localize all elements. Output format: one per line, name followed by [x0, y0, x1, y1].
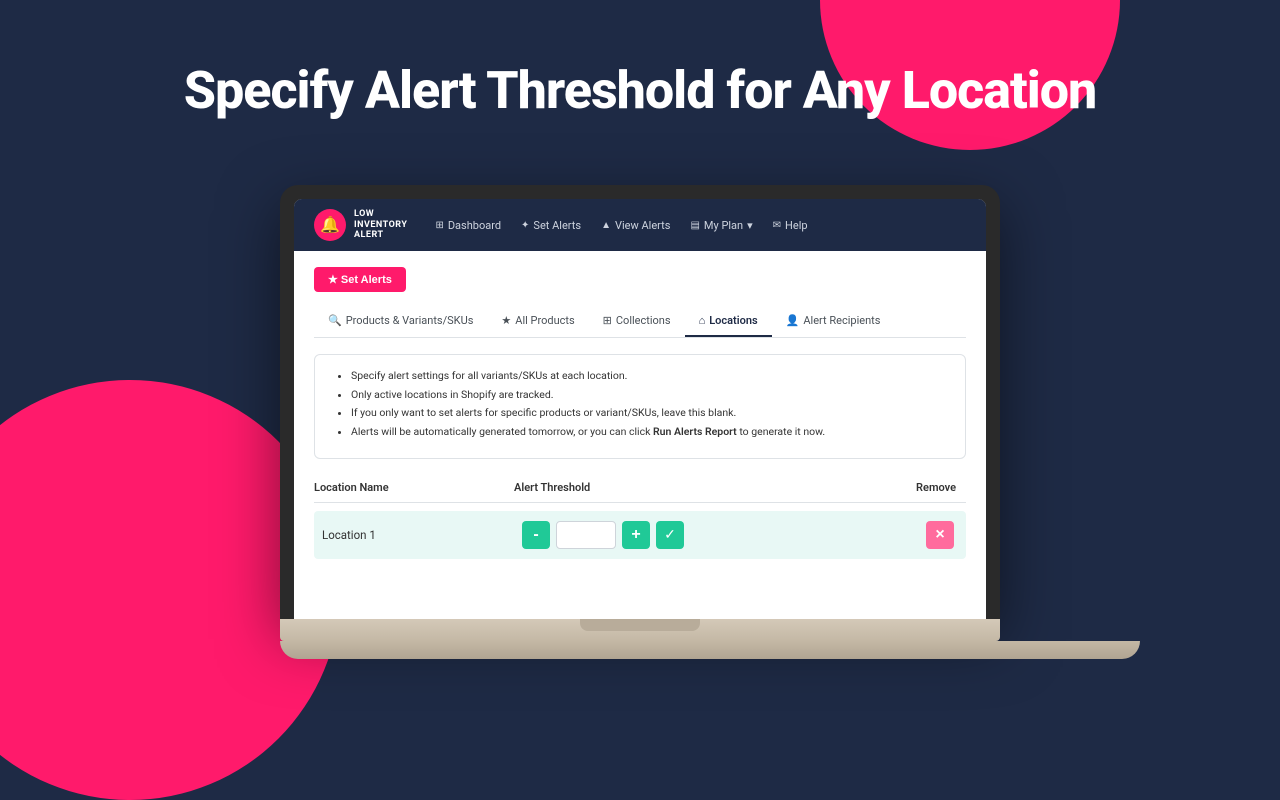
- chevron-down-icon: ▾: [747, 219, 753, 232]
- nav-set-alerts[interactable]: ✦ Set Alerts: [513, 215, 589, 236]
- remove-cell: ×: [722, 521, 958, 549]
- tab-locations[interactable]: ⌂ Locations: [685, 306, 772, 337]
- tabs-container: 🔍 Products & Variants/SKUs ★ All Product…: [314, 306, 966, 338]
- view-alerts-icon: ▲: [601, 220, 611, 231]
- laptop-screen-inner: 🔔 LOW INVENTORY ALERT ⊞ Dashboard: [294, 199, 986, 619]
- tab-products-variants[interactable]: 🔍 Products & Variants/SKUs: [314, 306, 487, 337]
- recipients-icon: 👤: [786, 314, 800, 327]
- col-alert-threshold: Alert Threshold: [514, 481, 714, 494]
- navbar: 🔔 LOW INVENTORY ALERT ⊞ Dashboard: [294, 199, 986, 251]
- logo-text: LOW INVENTORY ALERT: [354, 209, 407, 241]
- set-alerts-button[interactable]: ★ Set Alerts: [314, 267, 406, 292]
- col-remove: Remove: [714, 481, 966, 494]
- content-area: ★ Set Alerts 🔍 Products & Variants/SKUs …: [294, 251, 986, 619]
- laptop-screen-outer: 🔔 LOW INVENTORY ALERT ⊞ Dashboard: [280, 185, 1000, 619]
- laptop-stand: [280, 641, 1140, 659]
- nav-my-plan[interactable]: ▤ My Plan ▾: [682, 215, 760, 236]
- info-list: Specify alert settings for all variants/…: [333, 369, 947, 440]
- table-row: Location 1 - + ✓ ×: [314, 511, 966, 559]
- info-item-4: Alerts will be automatically generated t…: [351, 425, 947, 440]
- nav-dashboard[interactable]: ⊞ Dashboard: [427, 215, 509, 236]
- threshold-value: [556, 521, 616, 549]
- info-item-1: Specify alert settings for all variants/…: [351, 369, 947, 384]
- tab-collections[interactable]: ⊞ Collections: [589, 306, 685, 337]
- app-ui: 🔔 LOW INVENTORY ALERT ⊞ Dashboard: [294, 199, 986, 619]
- tab-alert-recipients[interactable]: 👤 Alert Recipients: [772, 306, 895, 337]
- set-alerts-icon: ✦: [521, 220, 529, 231]
- nav-view-alerts[interactable]: ▲ View Alerts: [593, 215, 678, 236]
- nav-logo: 🔔 LOW INVENTORY ALERT: [314, 209, 407, 241]
- page-title: Specify Alert Threshold for Any Location: [0, 60, 1280, 121]
- laptop-base: [280, 619, 1000, 641]
- dashboard-icon: ⊞: [435, 220, 443, 231]
- grid-icon: ⊞: [603, 314, 612, 327]
- tab-all-products[interactable]: ★ All Products: [487, 306, 588, 337]
- info-item-3: If you only want to set alerts for speci…: [351, 406, 947, 421]
- search-icon: 🔍: [328, 314, 342, 327]
- run-alerts-link[interactable]: Run Alerts Report: [653, 425, 737, 438]
- nav-help[interactable]: ✉ Help: [765, 215, 816, 236]
- info-item-2: Only active locations in Shopify are tra…: [351, 388, 947, 403]
- locations-table: Location Name Alert Threshold Remove Loc…: [314, 473, 966, 559]
- col-location-name: Location Name: [314, 481, 514, 494]
- threshold-cell: - + ✓: [522, 521, 722, 549]
- table-header: Location Name Alert Threshold Remove: [314, 473, 966, 503]
- decrement-button[interactable]: -: [522, 521, 550, 549]
- confirm-button[interactable]: ✓: [656, 521, 684, 549]
- logo-icon: 🔔: [314, 209, 346, 241]
- location-name-cell: Location 1: [322, 528, 522, 542]
- remove-button[interactable]: ×: [926, 521, 954, 549]
- laptop-container: 🔔 LOW INVENTORY ALERT ⊞ Dashboard: [280, 185, 1000, 659]
- help-icon: ✉: [773, 220, 781, 231]
- location-icon: ⌂: [699, 314, 706, 327]
- my-plan-icon: ▤: [690, 220, 699, 231]
- nav-links: ⊞ Dashboard ✦ Set Alerts ▲ View Alerts: [427, 215, 966, 236]
- info-box: Specify alert settings for all variants/…: [314, 354, 966, 459]
- increment-button[interactable]: +: [622, 521, 650, 549]
- star-icon: ★: [501, 314, 511, 327]
